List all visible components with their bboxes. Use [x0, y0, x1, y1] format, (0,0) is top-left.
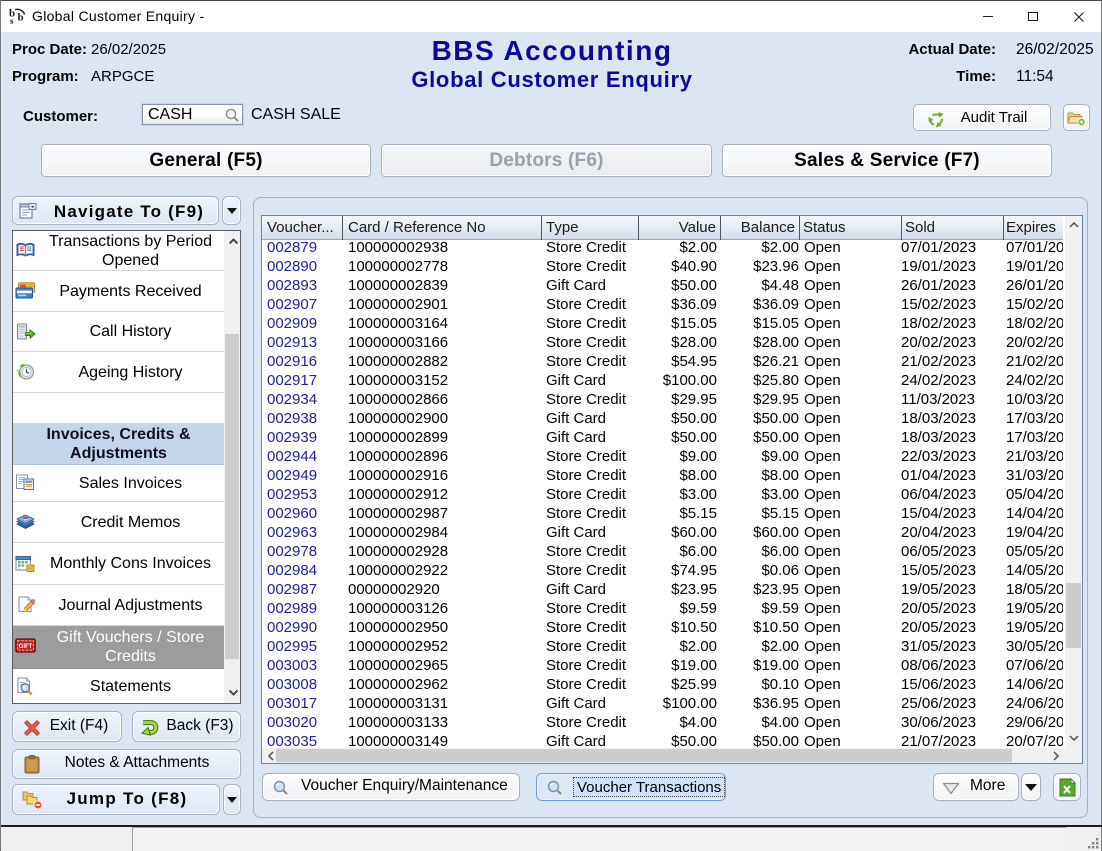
svg-text:b: b: [18, 12, 24, 24]
svg-text:GIFT: GIFT: [19, 644, 33, 650]
svg-text:s: s: [10, 16, 14, 26]
